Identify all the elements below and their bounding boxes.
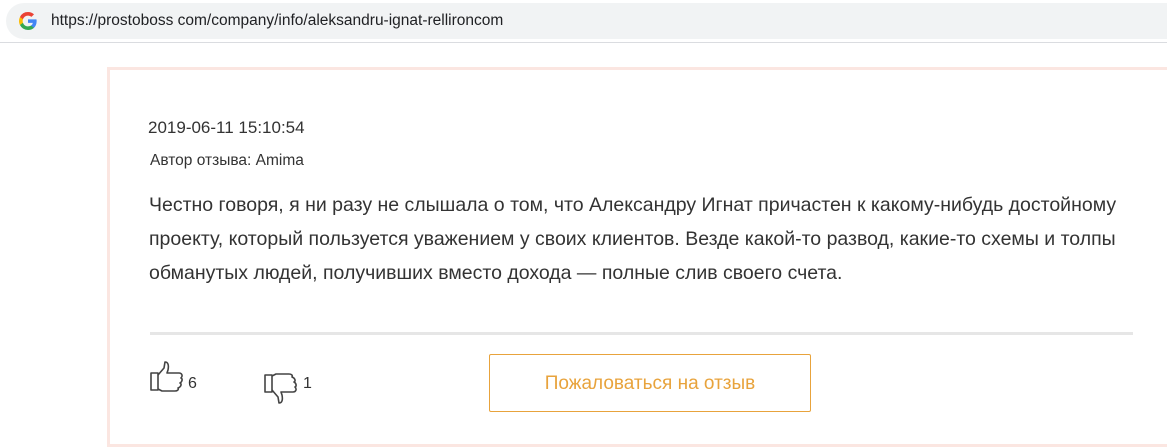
dislike-count: 1 [303, 375, 312, 392]
review-author: Автор отзыва: Amima [150, 152, 304, 169]
like-count: 6 [188, 375, 197, 392]
address-bar-divider [0, 42, 1167, 43]
thumbs-down-icon[interactable] [264, 373, 298, 405]
review-divider [150, 332, 1133, 335]
thumbs-up-icon[interactable] [150, 360, 184, 392]
url-text[interactable]: https://prostoboss com/company/info/alek… [51, 12, 503, 30]
url-field[interactable]: https://prostoboss com/company/info/alek… [6, 3, 1167, 39]
google-g-icon [18, 12, 37, 30]
review-text: Честно говоря, я ни разу не слышала о то… [149, 194, 1117, 284]
review-date: 2019-06-11 15:10:54 [148, 118, 305, 137]
complain-button[interactable]: Пожаловаться на отзыв [489, 354, 811, 412]
browser-address-bar: https://prostoboss com/company/info/alek… [0, 0, 1167, 43]
